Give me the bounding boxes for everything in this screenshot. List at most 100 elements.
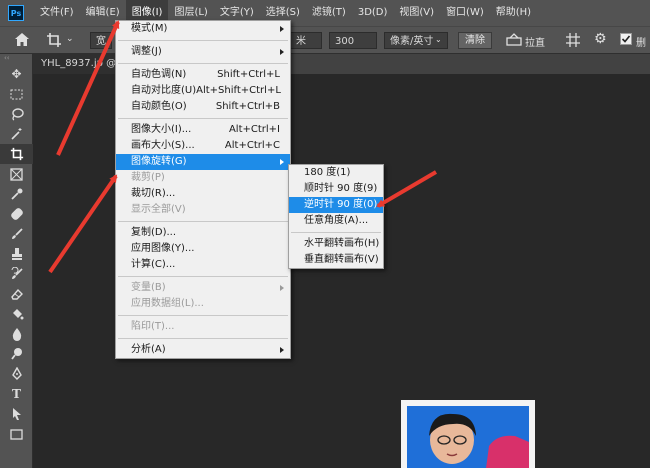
menu-item-shortcut: Alt+Ctrl+C bbox=[224, 140, 280, 151]
tools-panel: ‹‹ ✥ T bbox=[0, 54, 33, 468]
panel-grip-icon[interactable]: ‹‹ bbox=[0, 54, 32, 64]
menu-window[interactable]: 窗口(W) bbox=[440, 0, 490, 26]
image-menu-item-20: 应用数据组(L)... bbox=[116, 296, 290, 312]
straighten-icon[interactable] bbox=[506, 33, 522, 51]
submenu-arrow-icon bbox=[280, 26, 284, 32]
menu-separator bbox=[118, 315, 288, 316]
image-menu-item-0[interactable]: 模式(M) bbox=[116, 21, 290, 37]
gear-icon[interactable]: ⚙ bbox=[594, 31, 607, 47]
menu-item-label: 陷印(T)... bbox=[131, 321, 175, 332]
healing-brush-tool-icon[interactable] bbox=[0, 204, 33, 224]
options-bar: ⌄ 宽 米 300 像素/英寸 ⌄ 清除 拉直 ⚙ 删 bbox=[0, 26, 650, 54]
menu-item-label: 计算(C)... bbox=[131, 259, 176, 270]
menu-view[interactable]: 视图(V) bbox=[393, 0, 440, 26]
menu-help[interactable]: 帮助(H) bbox=[490, 0, 537, 26]
brush-tool-icon[interactable] bbox=[0, 224, 33, 244]
menu-item-label: 应用图像(Y)... bbox=[131, 243, 195, 254]
chevron-down-icon[interactable]: ⌄ bbox=[435, 35, 442, 44]
menu-item-label: 180 度(1) bbox=[304, 167, 351, 178]
menu-3d[interactable]: 3D(D) bbox=[352, 0, 394, 26]
resolution-field[interactable]: 300 bbox=[329, 32, 377, 49]
menu-item-label: 模式(M) bbox=[131, 23, 168, 34]
menu-item-label: 垂直翻转画布(V) bbox=[304, 254, 379, 265]
chevron-down-icon[interactable]: ⌄ bbox=[66, 34, 74, 44]
image-menu-item-17[interactable]: 计算(C)... bbox=[116, 257, 290, 273]
image-menu-item-16[interactable]: 应用图像(Y)... bbox=[116, 241, 290, 257]
ratio-field[interactable]: 宽 bbox=[90, 32, 112, 49]
checkbox-icon[interactable] bbox=[620, 33, 632, 49]
blur-tool-icon[interactable] bbox=[0, 324, 33, 344]
history-brush-tool-icon[interactable] bbox=[0, 264, 33, 284]
menu-item-label: 自动对比度(U) bbox=[131, 85, 197, 96]
image-menu-item-5[interactable]: 自动对比度(U) Alt+Shift+Ctrl+L bbox=[116, 83, 290, 99]
lasso-tool-icon[interactable] bbox=[0, 104, 33, 124]
arrow-to-counterclockwise-90 bbox=[376, 170, 438, 208]
submenu-arrow-icon bbox=[280, 347, 284, 353]
width-field[interactable]: 米 bbox=[290, 32, 322, 49]
submenu-arrow-icon bbox=[280, 159, 284, 165]
rotate-menu-item-2[interactable]: 逆时针 90 度(0) bbox=[289, 197, 383, 213]
menu-item-label: 画布大小(S)... bbox=[131, 140, 195, 151]
image-rotation-submenu: 180 度(1) 顺时针 90 度(9) 逆时针 90 度(0) 任意角度(A)...… bbox=[288, 164, 384, 269]
menu-item-label: 裁切(R)... bbox=[131, 188, 176, 199]
image-menu-item-2[interactable]: 调整(J) bbox=[116, 44, 290, 60]
menu-separator bbox=[118, 276, 288, 277]
grid-overlay-icon[interactable] bbox=[565, 32, 581, 52]
menu-item-label: 顺时针 90 度(9) bbox=[304, 183, 378, 194]
menu-item-label: 逆时针 90 度(0) bbox=[304, 199, 378, 210]
type-tool-icon[interactable]: T bbox=[0, 384, 33, 404]
menu-item-label: 任意角度(A)... bbox=[304, 215, 369, 226]
home-icon[interactable] bbox=[14, 32, 30, 51]
menu-item-label: 应用数据组(L)... bbox=[131, 298, 204, 309]
menu-item-shortcut: Shift+Ctrl+L bbox=[217, 69, 280, 80]
rotate-menu-item-6[interactable]: 垂直翻转画布(V) bbox=[289, 252, 383, 268]
menu-item-shortcut: Alt+Shift+Ctrl+L bbox=[196, 85, 281, 96]
delete-cropped-label: 删 bbox=[636, 38, 646, 49]
paint-bucket-tool-icon[interactable] bbox=[0, 304, 33, 324]
submenu-arrow-icon bbox=[280, 285, 284, 291]
rotate-menu-item-5[interactable]: 水平翻转画布(H) bbox=[289, 236, 383, 252]
path-selection-tool-icon[interactable] bbox=[0, 404, 33, 424]
marquee-tool-icon[interactable] bbox=[0, 84, 33, 104]
image-menu-item-15[interactable]: 复制(D)... bbox=[116, 225, 290, 241]
eyedropper-tool-icon[interactable] bbox=[0, 184, 33, 204]
image-menu-item-6[interactable]: 自动颜色(O) Shift+Ctrl+B bbox=[116, 99, 290, 115]
menu-item-label: 水平翻转画布(H) bbox=[304, 238, 380, 249]
image-menu-item-11: 裁剪(P) bbox=[116, 170, 290, 186]
document-tab[interactable]: YHL_8937.jp @ bbox=[33, 54, 117, 74]
rotate-menu-item-0[interactable]: 180 度(1) bbox=[289, 165, 383, 181]
pen-tool-icon[interactable] bbox=[0, 364, 33, 384]
frame-tool-icon[interactable] bbox=[0, 164, 33, 184]
menu-item-label: 自动颜色(O) bbox=[131, 101, 187, 112]
image-menu-item-12[interactable]: 裁切(R)... bbox=[116, 186, 290, 202]
move-tool-icon[interactable]: ✥ bbox=[0, 64, 33, 84]
menu-separator bbox=[118, 118, 288, 119]
image-menu-item-8[interactable]: 图像大小(I)... Alt+Ctrl+I bbox=[116, 122, 290, 138]
rotate-menu-item-3[interactable]: 任意角度(A)... bbox=[289, 213, 383, 229]
crop-icon[interactable] bbox=[46, 32, 62, 52]
crop-tool-icon[interactable] bbox=[0, 144, 33, 164]
menu-filter[interactable]: 滤镜(T) bbox=[306, 0, 352, 26]
clone-stamp-tool-icon[interactable] bbox=[0, 244, 33, 264]
menu-item-label: 变量(B) bbox=[131, 282, 166, 293]
rotate-menu-item-1[interactable]: 顺时针 90 度(9) bbox=[289, 181, 383, 197]
image-menu-item-4[interactable]: 自动色调(N) Shift+Ctrl+L bbox=[116, 67, 290, 83]
dodge-tool-icon[interactable] bbox=[0, 344, 33, 364]
menu-file[interactable]: 文件(F) bbox=[34, 0, 80, 26]
straighten-label[interactable]: 拉直 bbox=[525, 34, 545, 49]
menu-item-label: 自动色调(N) bbox=[131, 69, 187, 80]
magic-wand-tool-icon[interactable] bbox=[0, 124, 33, 144]
arrow-to-image-rotation bbox=[48, 174, 118, 274]
photoshop-logo-icon: Ps bbox=[8, 5, 24, 21]
image-menu-item-13: 显示全部(V) bbox=[116, 202, 290, 218]
image-menu-item-9[interactable]: 画布大小(S)... Alt+Ctrl+C bbox=[116, 138, 290, 154]
clear-button[interactable]: 清除 bbox=[458, 32, 492, 49]
eraser-tool-icon[interactable] bbox=[0, 284, 33, 304]
image-menu-item-24[interactable]: 分析(A) bbox=[116, 342, 290, 358]
image-menu-item-10[interactable]: 图像旋转(G) bbox=[116, 154, 290, 170]
rectangle-tool-icon[interactable] bbox=[0, 424, 33, 444]
menu-separator bbox=[291, 232, 381, 233]
image-menu-item-22: 陷印(T)... bbox=[116, 319, 290, 335]
menu-item-label: 图像旋转(G) bbox=[131, 156, 187, 167]
submenu-arrow-icon bbox=[280, 49, 284, 55]
